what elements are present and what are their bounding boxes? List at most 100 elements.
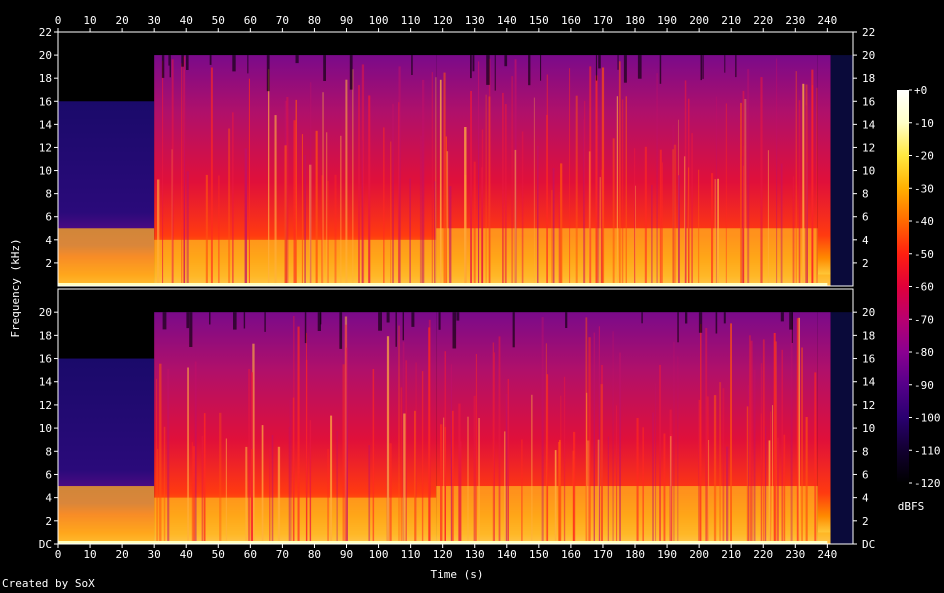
x-tick-label-bottom: 30 — [148, 548, 161, 561]
spectral-streak — [498, 336, 501, 544]
spectral-streak — [607, 436, 609, 544]
spectral-streak — [269, 448, 271, 544]
spectral-streak — [334, 174, 337, 286]
x-tick-label-top: 70 — [276, 14, 289, 27]
y-tick-label-right: 8 — [862, 188, 869, 201]
dark-gap — [161, 55, 165, 78]
y-tick-label-left: 12 — [39, 399, 52, 412]
spectral-streak — [301, 134, 303, 286]
x-tick-label-bottom: 0 — [55, 548, 62, 561]
spectral-streak — [711, 173, 714, 286]
spectral-streak — [171, 59, 174, 286]
spectral-streak — [392, 103, 394, 286]
x-tick-label-top: 120 — [433, 14, 453, 27]
x-tick-label-top: 60 — [244, 14, 257, 27]
y-tick-label-left: 14 — [39, 376, 53, 389]
spectral-streak — [228, 128, 231, 286]
spectral-streak — [545, 343, 547, 544]
spectral-streak — [795, 71, 797, 286]
x-tick-label-bottom: 10 — [83, 548, 96, 561]
spectral-streak — [245, 446, 248, 544]
x-tick-label-top: 30 — [148, 14, 161, 27]
spectral-streak — [636, 418, 639, 544]
dark-gap — [789, 312, 793, 330]
y-tick-label-left: 8 — [45, 445, 52, 458]
spectral-streak — [560, 163, 563, 286]
y-tick-label-right: 22 — [862, 26, 875, 39]
colorbar-tick-label: -50 — [914, 248, 934, 261]
spectral-streak — [478, 418, 480, 544]
x-tick-label-top: 240 — [817, 14, 837, 27]
spectral-streak — [521, 131, 524, 286]
spectral-streak — [219, 412, 222, 544]
spectral-streak — [342, 364, 345, 544]
spectral-streak — [304, 154, 306, 286]
spectral-streak — [157, 179, 160, 286]
x-tick-label-bottom: 150 — [529, 548, 549, 561]
spectral-streak — [644, 146, 647, 286]
x-tick-label-bottom: 220 — [753, 548, 773, 561]
dark-gap — [698, 312, 703, 333]
spectral-streak — [386, 336, 390, 544]
spectral-streak — [181, 63, 183, 286]
spectral-streak — [612, 331, 614, 544]
spectral-streak — [781, 349, 783, 544]
spectral-streak — [475, 354, 477, 544]
spectral-streak — [156, 378, 157, 544]
spectral-streak — [705, 328, 708, 544]
y-axis-label: Frequency (kHz) — [9, 238, 22, 337]
dark-gap — [264, 312, 266, 332]
spectral-streak — [361, 140, 363, 286]
spectral-streak — [552, 168, 555, 286]
y-tick-label-right: 12 — [862, 141, 875, 154]
dark-gap — [677, 312, 679, 343]
dark-gap — [402, 312, 404, 341]
x-tick-label-bottom: 240 — [817, 548, 837, 561]
spectrum-segment — [817, 55, 831, 286]
spectral-streak — [444, 426, 446, 544]
colorbar-tick-label: -20 — [914, 150, 934, 163]
spectral-streak — [805, 417, 808, 544]
colorbar-tick-label: +0 — [914, 84, 927, 97]
y-tick-label-left: 22 — [39, 26, 52, 39]
footer-credit: Created by SoX — [2, 577, 95, 590]
spectral-streak — [248, 78, 250, 286]
spectral-streak — [747, 69, 750, 286]
spectral-streak — [157, 448, 159, 544]
spectral-streak — [315, 130, 318, 286]
spectral-streak — [642, 427, 644, 544]
spectral-streak — [340, 135, 342, 286]
spectral-streak — [776, 58, 778, 286]
dark-gap — [623, 55, 627, 83]
y-tick-label-left: 2 — [45, 257, 52, 270]
dark-gap — [395, 312, 397, 347]
x-tick-label-top: 180 — [625, 14, 645, 27]
y-tick-label-left: 6 — [45, 211, 52, 224]
tail-region — [830, 312, 853, 544]
spectrum-segment — [817, 312, 831, 544]
spectral-streak — [358, 85, 360, 286]
spectral-streak — [261, 425, 264, 544]
y-tick-label-left: 12 — [39, 141, 52, 154]
dark-gap — [247, 55, 249, 74]
spectral-streak — [656, 73, 658, 286]
spectral-streak — [464, 127, 467, 286]
x-tick-label-top: 110 — [401, 14, 421, 27]
dark-gap — [470, 55, 472, 79]
spectral-streak — [717, 178, 719, 286]
spectral-streak — [792, 176, 795, 286]
dark-gap — [780, 312, 784, 322]
colorbar-tick-label: -90 — [914, 379, 934, 392]
spectral-streak — [330, 415, 333, 544]
dark-gap — [186, 55, 189, 70]
spectral-streak — [288, 427, 290, 544]
dark-gap — [168, 55, 170, 66]
spectral-streak — [268, 69, 270, 286]
spectral-streak — [167, 368, 170, 544]
spectral-streak — [601, 67, 605, 286]
y-tick-label-right: 8 — [862, 445, 869, 458]
spectral-streak — [765, 426, 767, 544]
spectral-streak — [583, 119, 585, 286]
spectral-streak — [277, 446, 281, 544]
x-tick-label-bottom: 110 — [401, 548, 421, 561]
